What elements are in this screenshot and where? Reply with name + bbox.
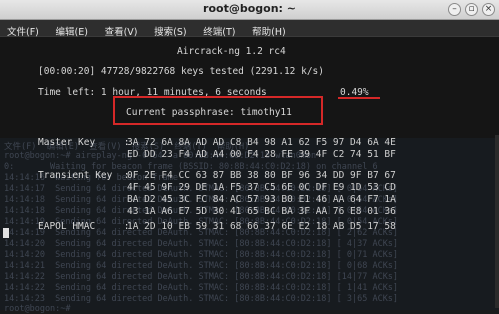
terminal-area[interactable]: 文件(F) 编辑(E) 查看(V) 搜索(S) 终端(T) 帮助(H) root… bbox=[0, 37, 499, 314]
aircrack-header: Aircrack-ng 1.2 rc4 bbox=[177, 46, 286, 57]
transient-key-label: Transient Key : bbox=[38, 170, 130, 181]
bg-line: 14:14:22 Sending 64 directed DeAuth. STM… bbox=[4, 283, 399, 293]
menu-terminal[interactable]: 终端(T) bbox=[203, 24, 235, 38]
terminal-scrollbar[interactable] bbox=[495, 135, 499, 308]
menu-bar: 文件(F) 编辑(E) 查看(V) 搜索(S) 终端(T) 帮助(H) bbox=[0, 20, 499, 38]
window-titlebar[interactable]: root@bogon: ~ – ▫ × bbox=[0, 0, 499, 20]
eapol-hmac-label: EAPOL HMAC : bbox=[38, 221, 130, 232]
transient-key-row: BA D2 45 3C FC 84 AC 57 93 B0 E1 46 AA 6… bbox=[127, 194, 396, 205]
menu-help[interactable]: 帮助(H) bbox=[252, 24, 286, 38]
transient-key-row: 4F 45 9F 29 DE 1A F5 37 C5 6E 0C DF E9 1… bbox=[127, 182, 396, 193]
progress-line: [00:00:20] 47728/9822768 keys tested (22… bbox=[38, 66, 324, 77]
menu-edit[interactable]: 编辑(E) bbox=[56, 24, 88, 38]
window-title: root@bogon: ~ bbox=[203, 2, 296, 15]
menu-file[interactable]: 文件(F) bbox=[7, 24, 39, 38]
eapol-hmac-row: 1A 2D 10 EB 59 31 68 66 37 6E E2 18 AB D… bbox=[127, 221, 396, 232]
transient-key-row: 43 1A A6 E7 5D 30 41 65 BC BA 3F AA 76 E… bbox=[127, 206, 396, 217]
menu-view[interactable]: 查看(V) bbox=[105, 24, 138, 38]
minimize-icon[interactable]: – bbox=[448, 3, 461, 16]
transient-key-row: 0F 2E F4 CC 63 87 BB 38 80 BF 96 34 DD 9… bbox=[127, 170, 396, 181]
bg-line: root@bogon:~# bbox=[4, 304, 71, 314]
bg-line: 14:14:22 Sending 64 directed DeAuth. STM… bbox=[4, 272, 399, 282]
passphrase-highlight-box bbox=[113, 96, 323, 125]
close-icon[interactable]: × bbox=[482, 3, 495, 16]
master-key-row: 3A 72 6A 8A AD AD C8 B4 98 A1 62 F5 97 D… bbox=[127, 137, 396, 148]
terminal-cursor bbox=[3, 228, 9, 238]
bg-line: 14:14:20 Sending 64 directed DeAuth. STM… bbox=[4, 250, 399, 260]
master-key-row: ED DD 23 F4 AD A4 00 F4 28 FE 39 4F C2 7… bbox=[127, 149, 396, 160]
menu-search[interactable]: 搜索(S) bbox=[154, 24, 186, 38]
maximize-icon[interactable]: ▫ bbox=[465, 3, 478, 16]
bg-line: 14:14:23 Sending 64 directed DeAuth. STM… bbox=[4, 294, 399, 304]
bg-line: 14:14:20 Sending 64 directed DeAuth. STM… bbox=[4, 239, 399, 249]
master-key-label: Master Key : bbox=[38, 137, 130, 148]
bg-line: 14:14:21 Sending 64 directed DeAuth. STM… bbox=[4, 261, 399, 271]
percent-underline bbox=[338, 97, 380, 99]
